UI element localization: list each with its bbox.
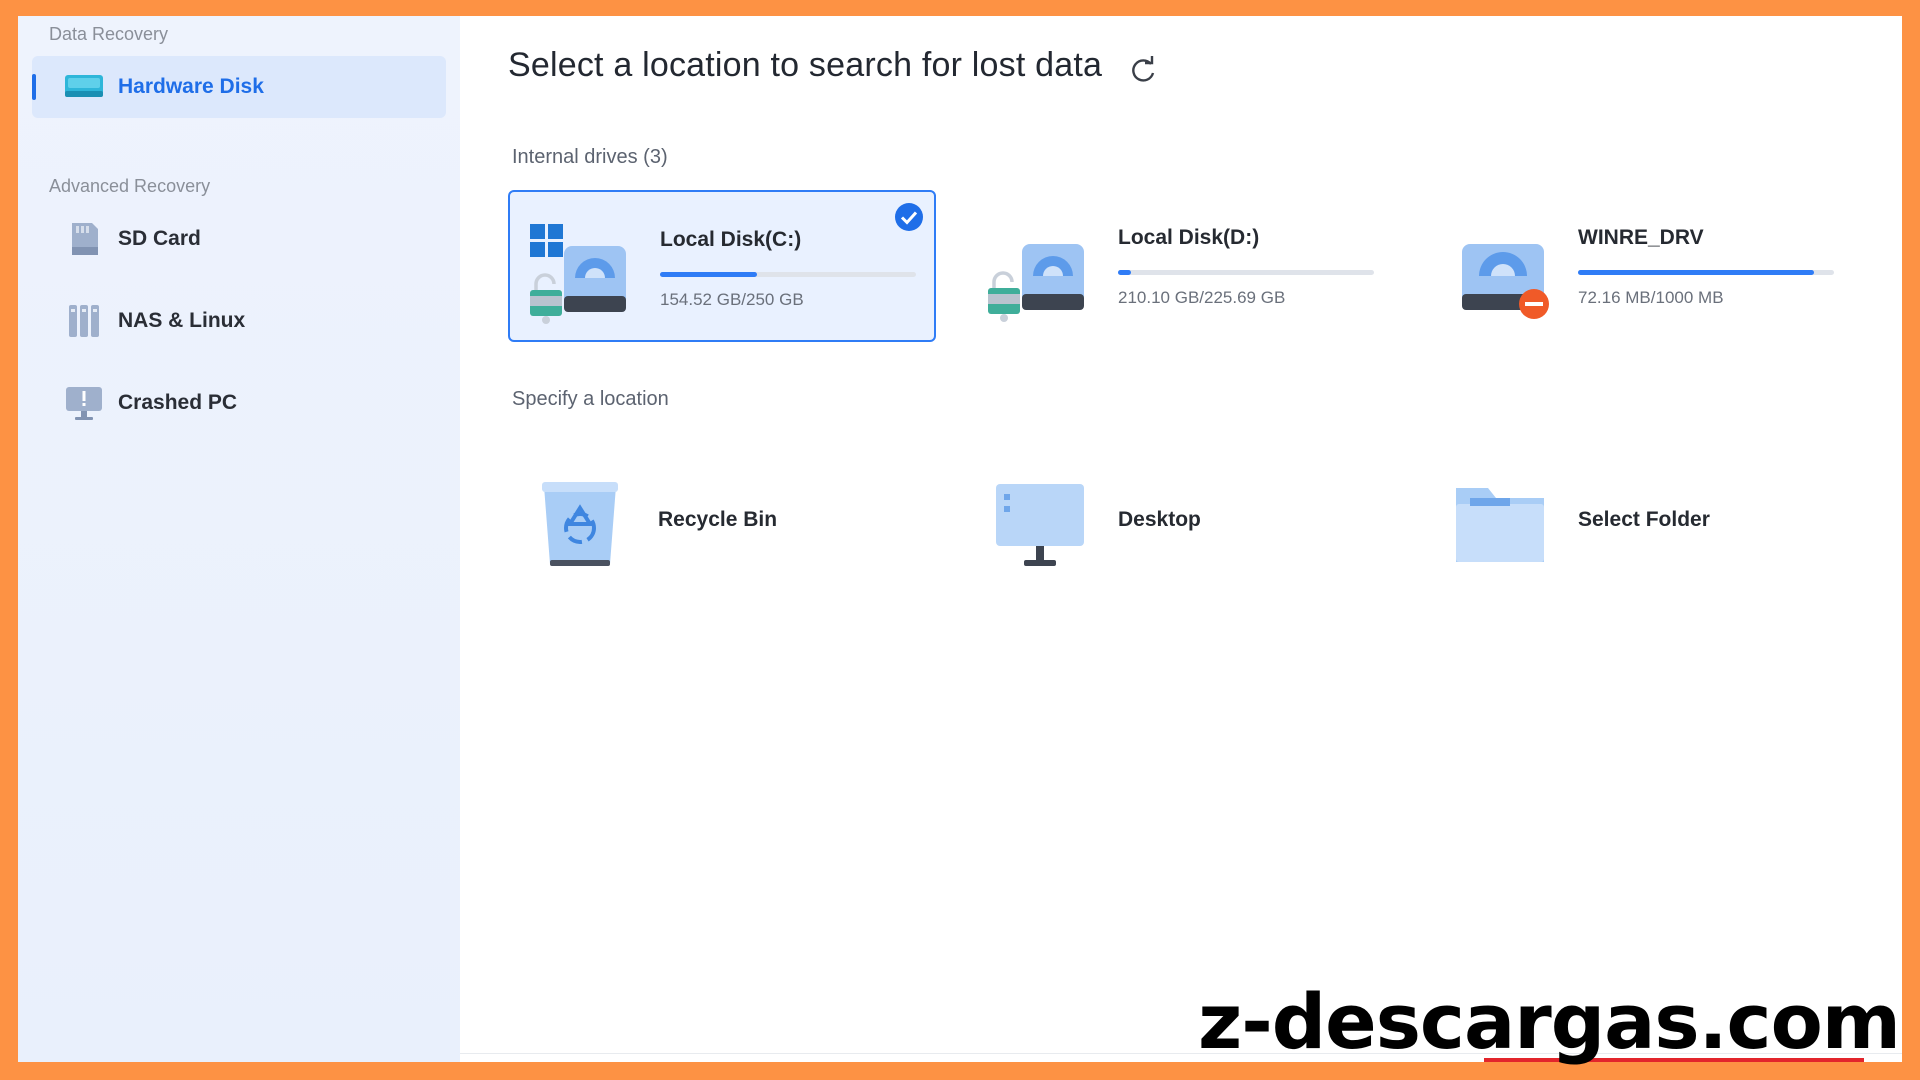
- drive-size: 154.52 GB/250 GB: [660, 290, 804, 309]
- drive-name: WINRE_DRV: [1578, 226, 1704, 249]
- crashed-pc-icon: [66, 387, 102, 420]
- drive-usage-bar: [1118, 270, 1374, 275]
- drive-usage-bar: [660, 272, 916, 277]
- selected-check-icon: [895, 203, 923, 231]
- folder-icon: [1456, 488, 1544, 562]
- section-label-advanced-recovery: Advanced Recovery: [49, 176, 211, 196]
- system-drive-locked-icon: [530, 224, 626, 324]
- drive-card-winre[interactable]: WINRE_DRV 72.16 MB/1000 MB: [1428, 190, 1856, 342]
- location-select-folder[interactable]: Select Folder: [1428, 460, 1868, 580]
- drive-name: Local Disk(C:): [660, 228, 802, 251]
- desktop-icon: [996, 484, 1084, 566]
- drive-usage-bar: [1578, 270, 1834, 275]
- recycle-bin-icon: [542, 482, 618, 566]
- drive-usage-fill: [1578, 270, 1814, 275]
- drive-usage-fill: [1118, 270, 1131, 275]
- refresh-icon[interactable]: [1126, 54, 1160, 88]
- location-name: Select Folder: [1578, 508, 1710, 531]
- sidebar-item-sd-card[interactable]: SD Card: [32, 208, 446, 270]
- sd-card-icon: [72, 223, 98, 255]
- hard-disk-icon: [65, 75, 103, 97]
- drive-card-c[interactable]: Local Disk(C:) 154.52 GB/250 GB: [508, 190, 936, 342]
- drive-error-icon: [1462, 244, 1549, 319]
- nas-icon: [69, 305, 99, 337]
- location-desktop[interactable]: Desktop: [968, 460, 1408, 580]
- app-window: Data Recovery Hardware Disk Advanced Rec…: [18, 16, 1902, 1062]
- drive-size: 72.16 MB/1000 MB: [1578, 288, 1724, 307]
- location-recycle-bin[interactable]: Recycle Bin: [508, 460, 948, 580]
- location-name: Recycle Bin: [658, 508, 778, 531]
- drive-card-d[interactable]: Local Disk(D:) 210.10 GB/225.69 GB: [968, 190, 1396, 342]
- drive-name: Local Disk(D:): [1118, 226, 1260, 249]
- sidebar-item-label: Hardware Disk: [118, 75, 264, 98]
- sidebar-item-label: SD Card: [118, 227, 201, 250]
- sidebar: Data Recovery Hardware Disk Advanced Rec…: [18, 16, 460, 1062]
- sidebar-item-hardware-disk[interactable]: Hardware Disk: [32, 56, 446, 118]
- main-panel: Select a location to search for lost dat…: [460, 16, 1902, 1062]
- drive-size: 210.10 GB/225.69 GB: [1118, 288, 1286, 307]
- sidebar-item-label: NAS & Linux: [118, 309, 246, 332]
- watermark-text: z-descargas.com: [1197, 977, 1901, 1066]
- sidebar-item-nas-linux[interactable]: NAS & Linux: [32, 290, 446, 352]
- internal-drives-label: Internal drives (3): [512, 146, 668, 168]
- drive-locked-icon: [988, 244, 1084, 322]
- page-title: Select a location to search for lost dat…: [508, 46, 1103, 84]
- drive-usage-fill: [660, 272, 758, 277]
- sidebar-item-crashed-pc[interactable]: Crashed PC: [32, 372, 446, 434]
- sidebar-item-label: Crashed PC: [118, 391, 238, 414]
- section-label-data-recovery: Data Recovery: [49, 24, 169, 44]
- specify-location-label: Specify a location: [512, 388, 669, 410]
- location-name: Desktop: [1118, 508, 1201, 531]
